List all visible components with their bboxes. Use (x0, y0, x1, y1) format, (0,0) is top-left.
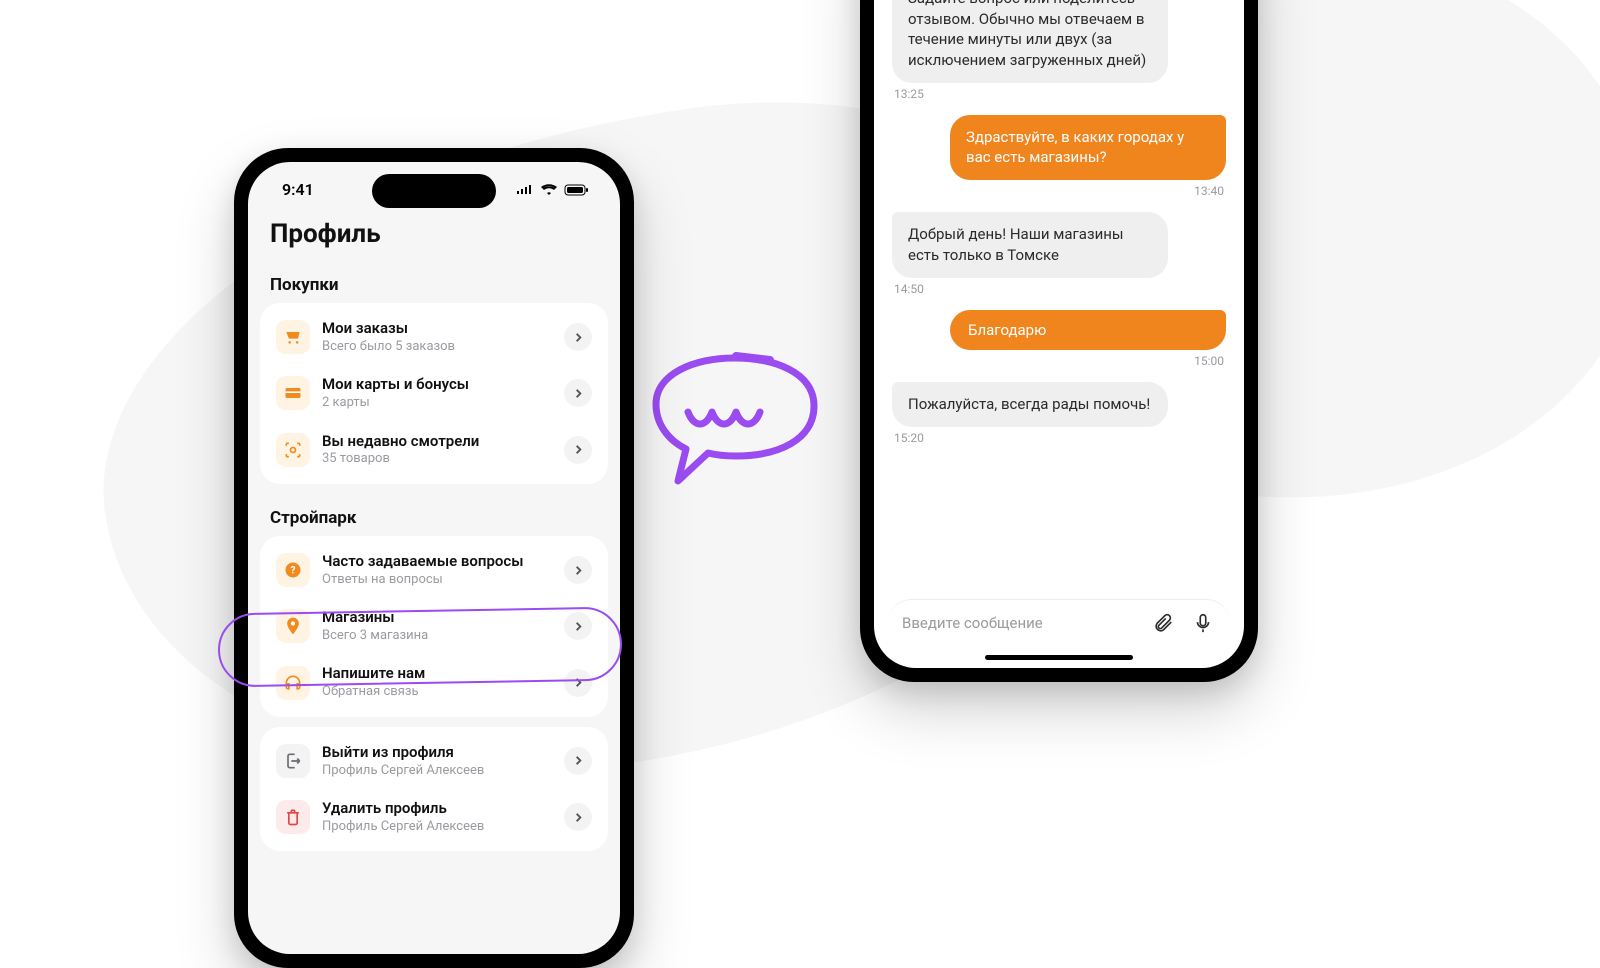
headset-icon (276, 666, 310, 700)
dynamic-island (372, 174, 496, 208)
device-chat: Оператор 12 ноября Задайте вопрос или по… (860, 0, 1258, 682)
row-subtitle: Ответы на вопросы (322, 571, 564, 589)
composer (888, 599, 1230, 646)
purchases-card: Мои заказыВсего было 5 заказов Мои карты… (260, 303, 608, 484)
row-title: Вы недавно смотрели (322, 432, 564, 451)
message-time: 13:25 (894, 87, 1224, 101)
row-subtitle: Обратная связь (322, 683, 564, 701)
row-faq[interactable]: ? Часто задаваемые вопросыОтветы на вопр… (268, 542, 600, 598)
trash-icon (276, 800, 310, 834)
chevron-right-icon (564, 436, 592, 464)
message-in: Добрый день! Наши магазины есть только в… (892, 212, 1168, 277)
svg-text:?: ? (291, 565, 296, 576)
attach-button[interactable] (1150, 610, 1176, 636)
cart-icon (276, 320, 310, 354)
section-purchases-title: Покупки (248, 261, 620, 303)
message-input[interactable] (902, 614, 1136, 632)
row-orders[interactable]: Мои заказыВсего было 5 заказов (268, 309, 600, 365)
message-out: Благодарю (950, 310, 1226, 351)
message-out: Здраствуйте, в каких городах у вас есть … (950, 115, 1226, 180)
row-title: Часто задаваемые вопросы (322, 552, 564, 571)
message-time: 14:50 (894, 282, 1224, 296)
store-card: ? Часто задаваемые вопросыОтветы на вопр… (260, 536, 608, 717)
cellular-icon (516, 184, 534, 196)
message-list: Задайте вопрос или поделитесь отзывом. О… (874, 0, 1244, 445)
device-profile: 9:41 Профиль Покупки Мои заказыВсего был… (234, 148, 634, 968)
section-store-title: Стройпарк (248, 494, 620, 536)
message-in: Задайте вопрос или поделитесь отзывом. О… (892, 0, 1168, 83)
chevron-right-icon (564, 323, 592, 351)
account-card: Выйти из профиляПрофиль Сергей Алексеев … (260, 727, 608, 852)
row-contact[interactable]: Напишите намОбратная связь (268, 654, 600, 710)
home-indicator (985, 655, 1133, 660)
chevron-right-icon (564, 379, 592, 407)
page-title: Профиль (248, 205, 620, 261)
chevron-right-icon (564, 556, 592, 584)
question-icon: ? (276, 553, 310, 587)
chevron-right-icon (564, 612, 592, 640)
pin-icon (276, 609, 310, 643)
row-stores[interactable]: МагазиныВсего 3 магазина (268, 598, 600, 654)
row-delete[interactable]: Удалить профильПрофиль Сергей Алексеев (268, 789, 600, 845)
message-time: 15:00 (894, 354, 1224, 368)
card-icon (276, 376, 310, 410)
row-subtitle: Профиль Сергей Алексеев (322, 818, 564, 836)
row-subtitle: Профиль Сергей Алексеев (322, 762, 564, 780)
clock: 9:41 (282, 180, 314, 199)
logout-icon (276, 744, 310, 778)
row-subtitle: 2 карты (322, 394, 564, 412)
row-title: Выйти из профиля (322, 743, 564, 762)
row-cards[interactable]: Мои карты и бонусы2 карты (268, 365, 600, 421)
row-subtitle: 35 товаров (322, 450, 564, 468)
message-in: Пожалуйста, всегда рады помочь! (892, 382, 1168, 427)
eye-icon (276, 433, 310, 467)
battery-icon (564, 184, 590, 196)
chevron-right-icon (564, 803, 592, 831)
row-title: Напишите нам (322, 664, 564, 683)
row-subtitle: Всего 3 магазина (322, 627, 564, 645)
message-time: 13:40 (894, 184, 1224, 198)
wifi-icon (540, 184, 558, 196)
row-title: Мои заказы (322, 319, 564, 338)
chevron-right-icon (564, 747, 592, 775)
mic-button[interactable] (1190, 610, 1216, 636)
row-title: Магазины (322, 608, 564, 627)
row-viewed[interactable]: Вы недавно смотрели35 товаров (268, 422, 600, 478)
row-title: Удалить профиль (322, 799, 564, 818)
message-time: 15:20 (894, 431, 1224, 445)
chevron-right-icon (564, 669, 592, 697)
jivo-logo (628, 342, 838, 506)
row-subtitle: Всего было 5 заказов (322, 338, 564, 356)
row-logout[interactable]: Выйти из профиляПрофиль Сергей Алексеев (268, 733, 600, 789)
row-title: Мои карты и бонусы (322, 375, 564, 394)
